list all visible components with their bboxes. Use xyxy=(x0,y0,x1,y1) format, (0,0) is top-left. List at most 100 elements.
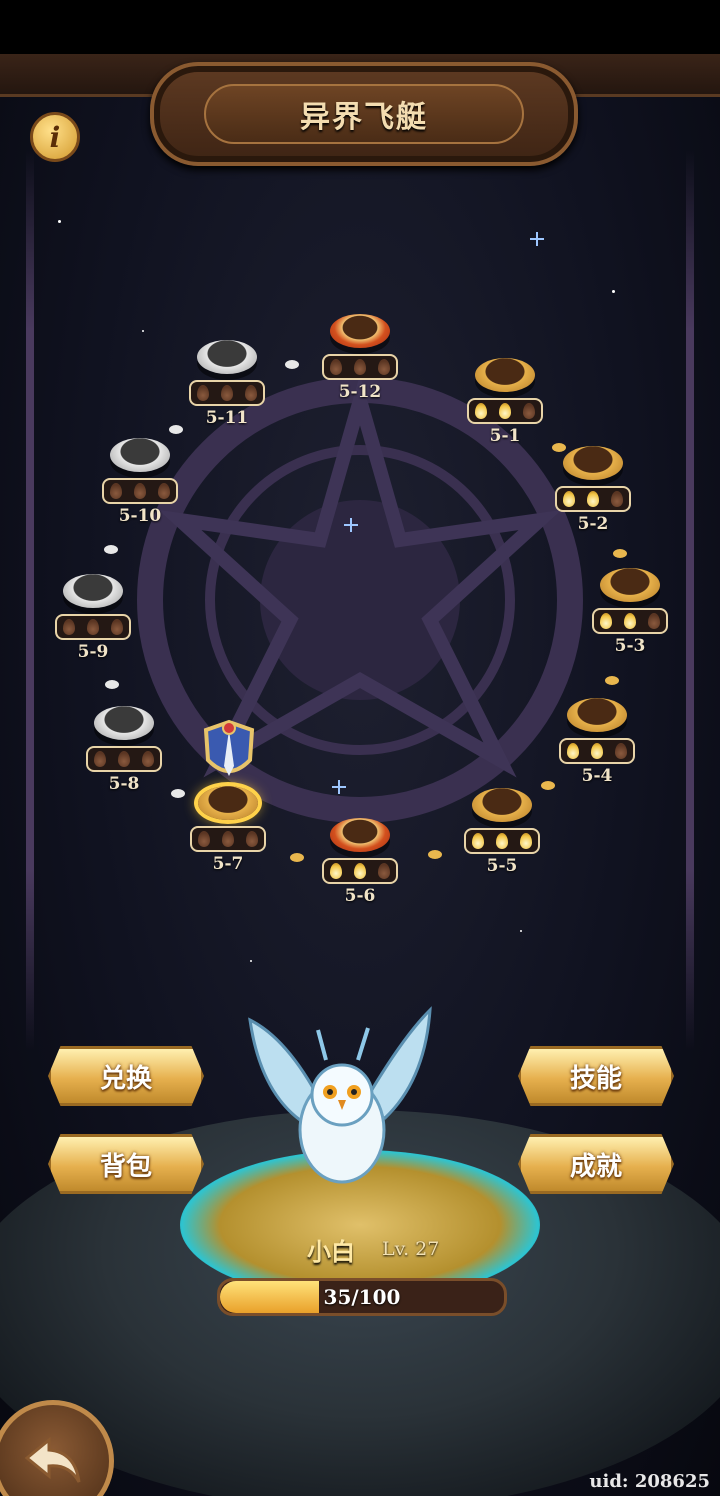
title-plate: 异界飞艇 xyxy=(150,62,578,166)
skills-label: 技能 xyxy=(569,1063,622,1094)
stage-pedestal xyxy=(330,818,390,852)
stage-rating xyxy=(322,858,398,884)
stage-pedestal xyxy=(567,698,627,732)
stage-node[interactable]: 5-8 xyxy=(81,706,167,816)
empty-drop-icon xyxy=(118,751,130,767)
owl-pet-image[interactable] xyxy=(230,1000,450,1200)
stage-rating xyxy=(190,826,266,852)
stage-pedestal xyxy=(63,574,123,608)
stage-label: 5-11 xyxy=(205,408,249,428)
empty-drop-icon xyxy=(648,613,660,629)
sparkle-star xyxy=(332,780,346,794)
empty-drop-icon xyxy=(87,619,99,635)
empty-drop-icon xyxy=(378,359,390,375)
path-dot xyxy=(428,850,442,859)
stage-node[interactable]: 5-5 xyxy=(459,788,545,898)
stage-node[interactable]: 5-12 xyxy=(317,314,403,424)
stage-pedestal xyxy=(330,314,390,348)
empty-drop-icon xyxy=(110,483,122,499)
stage-pedestal xyxy=(110,438,170,472)
empty-drop-icon xyxy=(221,385,233,401)
stage-node[interactable]: 5-10 xyxy=(97,438,183,548)
back-arrow-icon xyxy=(24,1436,81,1483)
empty-drop-icon xyxy=(158,483,170,499)
stage-label: 5-12 xyxy=(338,382,382,402)
empty-drop-icon xyxy=(245,385,257,401)
user-id: uid: 208625 xyxy=(589,1471,710,1492)
empty-drop-icon xyxy=(134,483,146,499)
stage-pedestal xyxy=(472,788,532,822)
gold-drop-icon xyxy=(330,863,342,879)
empty-drop-icon xyxy=(94,751,106,767)
path-dot xyxy=(290,853,304,862)
stage-node[interactable]: 5-4 xyxy=(554,698,640,808)
stage-rating xyxy=(592,608,668,634)
bag-label: 背包 xyxy=(99,1151,152,1182)
stage-node[interactable]: 5-9 xyxy=(50,574,136,684)
gold-drop-icon xyxy=(587,491,599,507)
gold-drop-icon xyxy=(520,833,532,849)
exp-text: 35/100 xyxy=(323,1285,401,1309)
gold-drop-icon xyxy=(624,613,636,629)
empty-drop-icon xyxy=(142,751,154,767)
gold-drop-icon xyxy=(591,743,603,759)
achievements-label: 成就 xyxy=(569,1151,622,1182)
stage-pedestal xyxy=(94,706,154,740)
empty-drop-icon xyxy=(615,743,627,759)
bag-button[interactable]: 背包 xyxy=(48,1134,204,1194)
empty-drop-icon xyxy=(222,831,234,847)
gold-drop-icon xyxy=(472,833,484,849)
title-inner: 异界飞艇 xyxy=(204,84,524,144)
stage-pedestal xyxy=(563,446,623,480)
stage-label: 5-10 xyxy=(118,506,162,526)
stage-pedestal xyxy=(198,786,258,820)
stage-node[interactable]: 5-6 xyxy=(317,818,403,928)
stage-label: 5-4 xyxy=(581,766,613,786)
stage-label: 5-2 xyxy=(577,514,609,534)
empty-drop-icon xyxy=(63,619,75,635)
empty-drop-icon xyxy=(523,403,535,419)
left-rail xyxy=(26,150,34,1050)
stage-rating xyxy=(555,486,631,512)
empty-drop-icon xyxy=(611,491,623,507)
path-dot xyxy=(285,360,299,369)
gold-drop-icon xyxy=(499,403,511,419)
stage-node[interactable]: 5-11 xyxy=(184,340,270,450)
stage-node[interactable]: 5-2 xyxy=(550,446,636,556)
stage-label: 5-7 xyxy=(212,854,244,874)
gold-drop-icon xyxy=(354,863,366,879)
gold-drop-icon xyxy=(567,743,579,759)
star xyxy=(58,220,61,223)
gold-drop-icon xyxy=(600,613,612,629)
empty-drop-icon xyxy=(330,359,342,375)
game-screen: 异界飞艇 i 5-1 5-2 5-3 5-4 5-5 5-6 5-7 5-8 5-9 5-10 5-… xyxy=(0,0,720,1496)
stage-label: 5-8 xyxy=(108,774,140,794)
gold-drop-icon xyxy=(496,833,508,849)
stage-pedestal xyxy=(475,358,535,392)
empty-drop-icon xyxy=(246,831,258,847)
empty-drop-icon xyxy=(354,359,366,375)
skills-button[interactable]: 技能 xyxy=(518,1046,674,1106)
stage-label: 5-5 xyxy=(486,856,518,876)
exchange-label: 兑换 xyxy=(99,1063,152,1094)
stage-label: 5-1 xyxy=(489,426,521,446)
achievements-button[interactable]: 成就 xyxy=(518,1134,674,1194)
stage-rating xyxy=(189,380,265,406)
stage-pedestal xyxy=(600,568,660,602)
empty-drop-icon xyxy=(378,863,390,879)
empty-drop-icon xyxy=(198,831,210,847)
exchange-button[interactable]: 兑换 xyxy=(48,1046,204,1106)
info-button[interactable]: i xyxy=(30,112,80,162)
stage-label: 5-9 xyxy=(77,642,109,662)
info-icon: i xyxy=(49,120,61,154)
star xyxy=(520,930,522,932)
exp-bar: 35/100 xyxy=(217,1278,507,1316)
empty-drop-icon xyxy=(197,385,209,401)
sparkle-star xyxy=(530,232,544,246)
pet-name: 小白 xyxy=(307,1238,355,1266)
stage-node[interactable]: 5-1 xyxy=(462,358,548,468)
stage-rating xyxy=(55,614,131,640)
stage-node[interactable]: 5-7 xyxy=(185,786,271,896)
stage-node[interactable]: 5-3 xyxy=(587,568,673,678)
pet-level: Lv. 27 xyxy=(382,1238,440,1260)
